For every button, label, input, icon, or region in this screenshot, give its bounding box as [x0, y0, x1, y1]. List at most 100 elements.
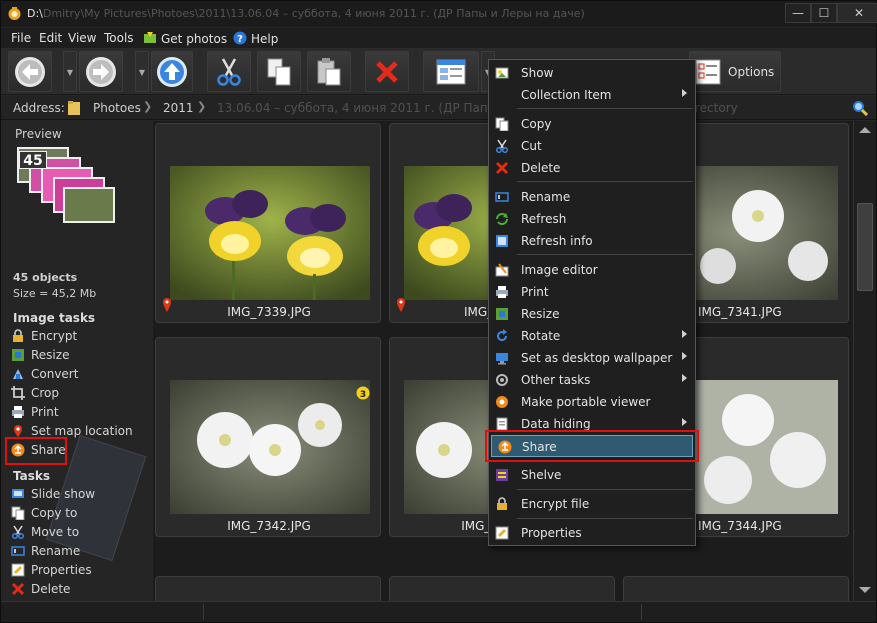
paste-button[interactable]: [307, 51, 351, 92]
ctx-rotate[interactable]: Rotate: [489, 325, 695, 347]
task-resize[interactable]: Resize: [11, 348, 69, 366]
menu-view[interactable]: View: [68, 31, 96, 45]
minimize-button[interactable]: —: [785, 3, 811, 23]
cut-button[interactable]: [207, 51, 251, 92]
back-history-dropdown[interactable]: ▼: [63, 51, 77, 92]
ctx-encrypt-file[interactable]: Encrypt file: [489, 493, 695, 515]
ctx-rotate-label: Rotate: [521, 329, 561, 343]
delete-button[interactable]: [365, 51, 409, 92]
task-encrypt[interactable]: Encrypt: [11, 329, 77, 347]
ctx-show[interactable]: Show: [489, 62, 695, 84]
task-delete[interactable]: Delete: [11, 582, 70, 600]
task-properties[interactable]: Properties: [11, 563, 92, 581]
search-icon[interactable]: [852, 100, 868, 116]
scissors-icon: [11, 525, 25, 539]
task-print[interactable]: Print: [11, 405, 59, 423]
menu-edit[interactable]: Edit: [39, 31, 62, 45]
task-slide-show[interactable]: Slide show: [11, 487, 95, 505]
ctx-make-portable-viewer-label: Make portable viewer: [521, 395, 651, 409]
thumbnail-tile[interactable]: 3 IMG_7342.JPG: [155, 337, 381, 537]
ctx-image-editor[interactable]: Image editor: [489, 259, 695, 281]
wallpaper-icon: [496, 353, 508, 365]
title-bar: D:\Dmitry\My Pictures\Photoes\2011\13.06…: [1, 1, 877, 27]
breadcrumb-separator-icon[interactable]: ❯: [143, 100, 152, 113]
copy-icon: [495, 117, 509, 131]
ctx-refresh-info[interactable]: Refresh info: [489, 230, 695, 252]
left-panel: Preview 45 45 objects Size = 45,2 Mb Ima…: [1, 121, 151, 601]
menu-get-photos[interactable]: Get photos: [143, 31, 227, 46]
breadcrumb-photoes[interactable]: Photoes: [93, 101, 141, 115]
menu-get-photos-label: Get photos: [161, 32, 228, 46]
app-icon: [8, 7, 21, 20]
scrollbar-thumb[interactable]: [857, 203, 873, 291]
ctx-collection-item-label: Collection Item: [521, 88, 612, 102]
task-crop-label: Crop: [31, 386, 60, 400]
back-arrow-icon: [15, 56, 45, 87]
ctx-set-wallpaper-label: Set as desktop wallpaper: [521, 351, 673, 365]
ctx-resize[interactable]: Resize: [489, 303, 695, 325]
ctx-print[interactable]: Print: [489, 281, 695, 303]
forward-history-dropdown[interactable]: ▼: [135, 51, 149, 92]
task-rename[interactable]: Rename: [11, 544, 80, 562]
tasks-heading: Tasks: [13, 469, 51, 483]
thumbnail-tile[interactable]: IMG_7339.JPG: [155, 123, 381, 323]
breadcrumb-2011[interactable]: 2011: [163, 101, 194, 115]
menu-tools[interactable]: Tools: [104, 31, 134, 45]
scissors-icon: [217, 57, 241, 86]
properties-icon: [11, 563, 25, 577]
options-button[interactable]: Options: [689, 51, 781, 92]
copy-button[interactable]: [257, 51, 301, 92]
ctx-cut-label: Cut: [521, 139, 542, 153]
show-icon: [495, 67, 509, 79]
task-properties-label: Properties: [31, 563, 92, 577]
window-title: D:\Dmitry\My Pictures\Photoes\2011\13.06…: [27, 7, 787, 20]
menu-help[interactable]: ? Help: [233, 31, 278, 46]
convert-icon: [13, 369, 23, 379]
back-button[interactable]: [8, 51, 52, 92]
ctx-other-tasks[interactable]: Other tasks: [489, 369, 695, 391]
menu-bar: File Edit View Tools Get photos ? Help: [1, 28, 876, 48]
task-resize-label: Resize: [31, 348, 70, 362]
task-convert[interactable]: Convert: [11, 367, 78, 385]
lock-icon: [13, 329, 23, 342]
task-copy-to[interactable]: Copy to: [11, 506, 77, 524]
ctx-rename[interactable]: Rename: [489, 186, 695, 208]
ctx-properties[interactable]: Properties: [489, 522, 695, 544]
properties-icon: [495, 526, 509, 540]
badge-count-icon: 3: [356, 386, 370, 400]
ctx-data-hiding-label: Data hiding: [521, 417, 591, 431]
task-move-to[interactable]: Move to: [11, 525, 79, 543]
forward-button[interactable]: [79, 51, 123, 92]
task-encrypt-label: Encrypt: [31, 329, 78, 343]
printer-icon: [496, 286, 508, 298]
ctx-copy[interactable]: Copy: [489, 113, 695, 135]
breadcrumb-separator-icon[interactable]: ❯: [197, 100, 206, 113]
maximize-button[interactable]: ☐: [811, 3, 837, 23]
status-divider: [641, 604, 642, 620]
total-size: Size = 45,2 Mb: [13, 287, 97, 300]
view-mode-button[interactable]: [423, 51, 479, 92]
printer-icon: [12, 406, 24, 418]
up-folder-button[interactable]: [151, 51, 193, 92]
ctx-make-portable-viewer[interactable]: Make portable viewer: [489, 391, 695, 413]
ctx-shelve[interactable]: Shelve: [489, 464, 695, 486]
options-label: Options: [728, 65, 775, 79]
ctx-refresh[interactable]: Refresh: [489, 208, 695, 230]
close-button[interactable]: ✕: [837, 3, 877, 23]
ctx-delete[interactable]: Delete: [489, 157, 695, 179]
window-title-path: Dmitry\My Pictures\Photoes\2011\13.06.04…: [42, 7, 585, 20]
task-rename-label: Rename: [31, 544, 81, 558]
toolbar: ▼ ▼ ▼ Options: [1, 48, 876, 95]
vertical-scrollbar[interactable]: [853, 121, 876, 601]
ctx-set-wallpaper[interactable]: Set as desktop wallpaper: [489, 347, 695, 369]
scroll-up-icon[interactable]: [859, 127, 871, 133]
menu-file[interactable]: File: [11, 31, 31, 45]
share-menu-annotation-highlight: [485, 430, 699, 462]
scroll-down-icon[interactable]: [859, 587, 871, 593]
svg-text:?: ?: [237, 34, 243, 45]
ctx-collection-item[interactable]: Collection Item: [489, 84, 695, 106]
task-crop[interactable]: Crop: [11, 386, 59, 404]
menu-separator: [517, 254, 693, 255]
task-print-label: Print: [31, 405, 59, 419]
ctx-cut[interactable]: Cut: [489, 135, 695, 157]
